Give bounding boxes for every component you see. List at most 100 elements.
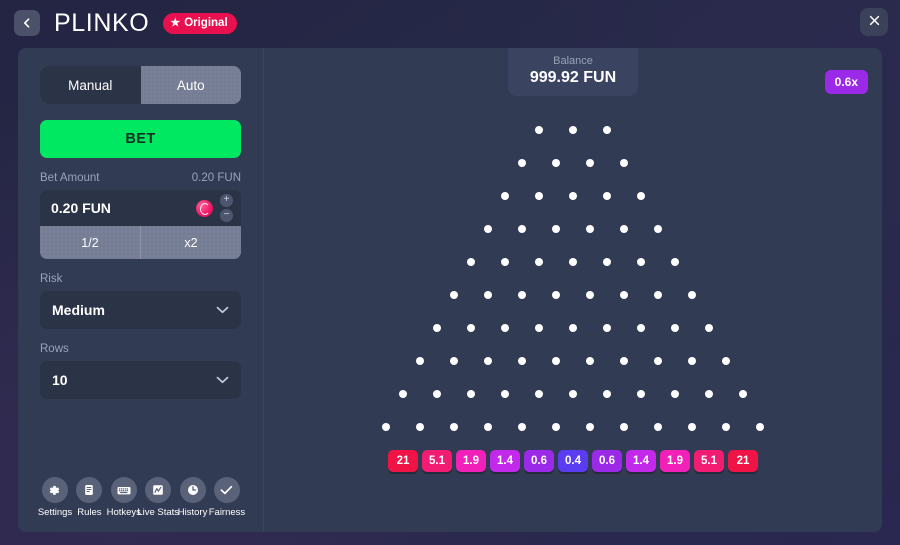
peg [552,159,560,167]
peg [535,258,543,266]
peg [586,357,594,365]
peg-row [264,258,882,291]
peg [569,324,577,332]
peg [688,423,696,431]
peg [756,423,764,431]
peg [637,390,645,398]
peg [620,291,628,299]
peg [603,126,611,134]
multiplier-bucket-row: 21 5.1 1.9 1.4 0.6 0.4 0.6 1.4 1.9 5.1 21 [264,450,882,472]
tool-bar: Settings Rules Hotkeys Live Stats Histor… [38,477,245,518]
chevron-down-icon [216,371,229,389]
peg [620,159,628,167]
game-window: Manual Auto BET Bet Amount 0.20 FUN 0.20… [18,48,882,532]
peg [450,423,458,431]
peg [637,258,645,266]
peg [501,192,509,200]
peg [637,324,645,332]
peg [671,390,679,398]
peg [654,225,662,233]
peg [603,324,611,332]
peg [484,291,492,299]
peg-row [264,126,882,159]
game-area: Balance 999.92 FUN 0.6x 21 5.1 1.9 1.4 0.6 0.… [264,48,882,532]
bet-amount-label-row: Bet Amount 0.20 FUN [40,172,241,184]
peg [518,423,526,431]
back-button[interactable] [14,10,40,36]
bet-amount-display: 0.20 FUN [191,172,241,184]
peg [654,357,662,365]
peg [620,423,628,431]
peg [416,423,424,431]
peg [518,357,526,365]
peg [569,390,577,398]
close-button[interactable] [860,8,888,36]
bet-increment-button[interactable]: + [220,194,233,207]
bet-amount-input-row[interactable]: 0.20 FUN + − [40,190,241,226]
peg [450,291,458,299]
peg [722,423,730,431]
multiplier-bucket: 1.9 [456,450,486,472]
bet-halve-button[interactable]: 1/2 [40,226,140,259]
tab-manual[interactable]: Manual [40,66,141,104]
star-icon: ★ [170,16,181,29]
rows-select[interactable]: 10 [40,361,241,399]
peg [484,357,492,365]
bet-amount-input[interactable]: 0.20 FUN [51,200,196,216]
peg [569,126,577,134]
peg [518,159,526,167]
chevron-down-icon [216,301,229,319]
multiplier-bucket: 21 [388,450,418,472]
peg [586,291,594,299]
peg [654,291,662,299]
peg [416,357,424,365]
peg [705,324,713,332]
bet-button[interactable]: BET [40,120,241,158]
multiplier-bucket: 0.6 [524,450,554,472]
peg [620,357,628,365]
peg [535,192,543,200]
peg-row [264,291,882,324]
recent-multiplier-badge: 0.6x [824,70,868,94]
rows-select-value: 10 [52,372,68,388]
peg [688,357,696,365]
document-icon [76,477,103,503]
bet-amount-label: Bet Amount [40,172,100,184]
multiplier-bucket: 0.4 [558,450,588,472]
multiplier-bucket: 5.1 [422,450,452,472]
keyboard-icon [110,477,137,503]
peg [552,357,560,365]
bet-decrement-button[interactable]: − [220,209,233,222]
peg-row [264,357,882,390]
check-icon [213,477,240,503]
balance-card: Balance 999.92 FUN [508,48,638,96]
peg [552,423,560,431]
rows-label: Rows [40,343,69,355]
tab-auto[interactable]: Auto [140,66,241,104]
multiplier-bucket: 0.6 [592,450,622,472]
peg [688,291,696,299]
peg-row [264,192,882,225]
peg [535,324,543,332]
bet-quick-buttons: 1/2 x2 [40,226,241,259]
peg [467,390,475,398]
control-sidebar: Manual Auto BET Bet Amount 0.20 FUN 0.20… [18,48,264,532]
tool-fairness[interactable]: Fairness [209,477,245,518]
fun-coin-icon [196,199,213,217]
peg [467,324,475,332]
peg [637,192,645,200]
peg [399,390,407,398]
multiplier-bucket: 1.9 [660,450,690,472]
multiplier-bucket: 21 [728,450,758,472]
peg [569,192,577,200]
peg [535,390,543,398]
mode-tab-group: Manual Auto [40,66,241,104]
bet-double-button[interactable]: x2 [140,226,241,259]
tool-fairness-label: Fairness [208,507,246,518]
peg [671,258,679,266]
peg-row [264,390,882,423]
risk-select[interactable]: Medium [40,291,241,329]
peg [484,225,492,233]
chevron-left-icon [21,17,33,29]
peg [382,423,390,431]
